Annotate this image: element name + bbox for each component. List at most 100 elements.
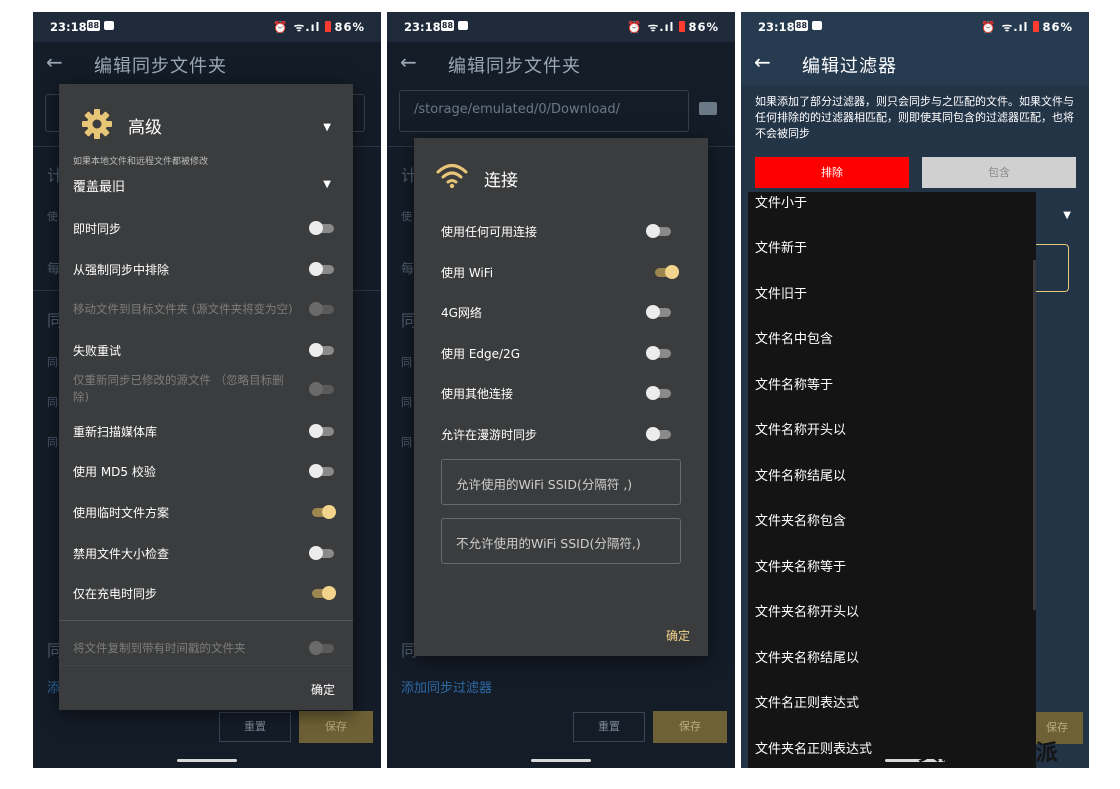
reset-button[interactable]: 重置 [219,712,291,742]
toggle-knob [309,343,323,357]
toggle-label: 使用其他连接 [441,387,514,401]
page-title: 编辑同步文件夹 [94,56,227,77]
bg-text: 同 [47,356,58,369]
toggle-row[interactable]: 从强制同步中排除 [73,261,335,278]
bg-text: 同 [47,436,58,449]
wifi-icon [436,164,468,189]
toggle-row: 移动文件到目标文件夹 (源文件夹将变为空) [73,301,335,317]
dropdown-item[interactable]: 文件旧于 [755,283,807,302]
save-button[interactable]: 保存 [653,711,727,743]
back-arrow-icon[interactable]: ← [46,50,63,74]
toggle-row[interactable]: 使用 Edge/2G [441,345,672,362]
battery-icon [679,21,686,32]
toggle-switch[interactable] [309,505,336,519]
dropdown-item[interactable]: 文件名正则表达式 [755,692,859,711]
toggle-row[interactable]: 使用 MD5 校验 [73,463,335,480]
toggle-row[interactable]: 仅在充电时同步 [73,585,336,602]
back-arrow-icon[interactable]: ← [400,50,417,74]
toggle-row[interactable]: 使用临时文件方案 [73,504,336,521]
dropdown-item[interactable]: 文件新于 [755,237,807,256]
reset-button[interactable]: 重置 [573,712,645,742]
toggle-label: 移动文件到目标文件夹 (源文件夹将变为空) [73,302,293,316]
dropdown-item[interactable]: 文件夹名称结尾以 [755,647,859,666]
save-button[interactable]: 保存 [299,711,373,743]
chevron-down-icon[interactable]: ▼ [323,179,331,190]
toggle-knob [309,424,323,438]
conflict-hint: 如果本地文件和远程文件都被修改 [73,157,209,167]
conflict-select-value[interactable]: 覆盖最旧 [73,176,125,195]
toggle-row[interactable]: 失败重试 [73,342,335,359]
bg-text: 使 [47,210,58,223]
toggle-switch[interactable] [652,265,679,279]
toggle-switch [309,641,335,655]
battery-level: 86% [334,20,365,34]
toggle-row[interactable]: 即时同步 [73,220,335,237]
ok-button[interactable]: 确定 [311,681,335,698]
toggle-knob [665,265,679,279]
toggle-switch[interactable] [309,424,335,438]
toggle-row[interactable]: 允许在漫游时同步 [441,426,672,443]
allowed-ssid-input[interactable]: 允许使用的WiFi SSID(分隔符 ,) [441,459,681,505]
connection-dialog: 连接 使用任何可用连接 使用 WiFi 4G网络 使用 Edge/2G 使用其他… [414,138,708,656]
notification-icon: 88 [441,20,454,31]
toggle-row: 仅重新同步已修改的源文件 （忽略目标删除) [73,372,335,406]
toggle-label: 即时同步 [73,222,122,236]
toggle-row[interactable]: 使用其他连接 [441,385,672,402]
toggle-switch[interactable] [646,386,672,400]
toggle-row[interactable]: 禁用文件大小检查 [73,545,335,562]
dialog-title: 连接 [484,171,518,191]
dropdown-item[interactable]: 文件夹名正则表达式 [755,738,872,757]
toggle-switch[interactable] [309,586,336,600]
toggle-label: 失败重试 [73,344,122,358]
dropdown-item[interactable]: 文件夹名称开头以 [755,601,859,620]
toggle-label: 将文件复制到带有时间戳的文件夹 [73,641,246,655]
toggle-switch[interactable] [646,346,672,360]
status-icons: ⏰ ᯤ.ıl [273,20,321,34]
blocked-ssid-input[interactable]: 不允许使用的WiFi SSID(分隔符,) [441,518,681,564]
toggle-switch[interactable] [646,224,672,238]
gear-icon [82,109,112,139]
phone-edit-filter: 23:18 88 ⏰ ᯤ.ıl 86% ← 编辑过滤器 如果添加了部分过滤器，则… [741,12,1089,768]
toggle-label: 从强制同步中排除 [73,263,170,277]
bg-text: 同 [47,396,58,409]
toggle-row[interactable]: 4G网络 [441,304,672,321]
filter-type-dropdown[interactable]: 文件小于 文件新于 文件旧于 文件名中包含 文件名称等于 文件名称开头以 文件名… [748,192,1036,768]
toggle-row[interactable]: 使用任何可用连接 [441,223,672,240]
chevron-down-icon[interactable]: ▼ [323,122,331,133]
toggle-row[interactable]: 使用 WiFi [441,264,679,281]
advanced-dialog: 高级 ▼ 如果本地文件和远程文件都被修改 覆盖最旧 ▼ 即时同步 从强制同步中排… [59,84,353,710]
folder-icon[interactable] [699,102,717,115]
dropdown-item[interactable]: 文件名称开头以 [755,419,846,438]
chevron-down-icon[interactable]: ▼ [1063,210,1071,221]
dropdown-item[interactable]: 文件名中包含 [755,328,833,347]
dropdown-item[interactable]: 文件名称等于 [755,374,833,393]
page-title: 编辑过滤器 [802,56,897,77]
path-field[interactable]: /storage/emulated/0/Download/ [399,90,689,132]
add-filter-link[interactable]: 添加同步过滤器 [401,677,492,696]
toggle-switch[interactable] [309,464,335,478]
exclude-button[interactable]: 排除 [755,157,909,188]
divider [59,620,353,621]
toggle-knob [309,302,323,316]
toggle-switch[interactable] [646,305,672,319]
include-button[interactable]: 包含 [922,157,1076,188]
toggle-switch[interactable] [309,262,335,276]
nav-handle [177,759,237,762]
toggle-row[interactable]: 重新扫描媒体库 [73,423,335,440]
dropdown-item[interactable]: 文件名称结尾以 [755,465,846,484]
dropdown-item[interactable]: 文件夹名称包含 [755,510,846,529]
toggle-switch[interactable] [309,546,335,560]
dropdown-scrollbar[interactable] [1033,260,1036,610]
ok-button[interactable]: 确定 [666,627,690,644]
toggle-knob [309,221,323,235]
toggle-switch[interactable] [309,221,335,235]
toggle-switch[interactable] [309,343,335,357]
dropdown-item[interactable]: 文件夹名称等于 [755,556,846,575]
toggle-switch[interactable] [646,427,672,441]
dropdown-item[interactable]: 文件小于 [755,192,807,211]
status-time: 23:18 [758,20,795,34]
back-arrow-icon[interactable]: ← [754,50,771,74]
battery-level: 86% [688,20,719,34]
toggle-label: 使用临时文件方案 [73,506,170,520]
value-field-edge[interactable] [1031,244,1069,292]
